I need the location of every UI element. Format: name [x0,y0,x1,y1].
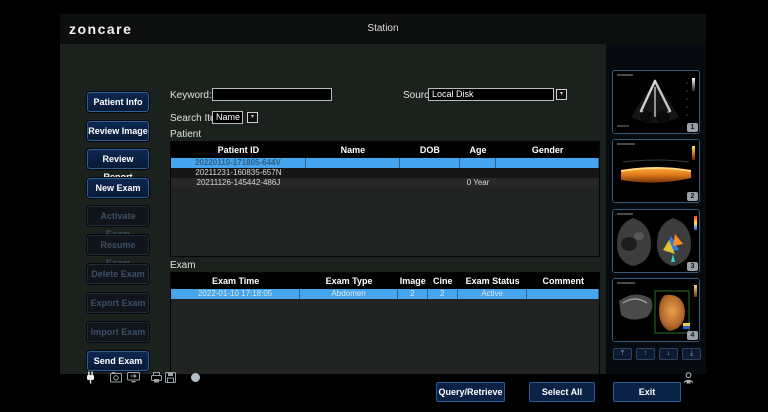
export-exam-button: Export Exam [87,293,149,313]
cell-cine-count: 2 [428,289,458,299]
column-header[interactable]: Patient ID [171,142,306,158]
search-item-select[interactable]: Name [212,111,243,124]
exam-table: Exam Time Exam Type Image Cine Exam Stat… [170,272,600,375]
thumbnail-image-4[interactable]: 4 [612,278,700,342]
cell-age [460,168,496,178]
cell-exam-status: Active [458,289,528,299]
cell-comment [527,289,598,299]
cell-exam-type: Abdomen [300,289,398,299]
next-image-button[interactable]: ↓ [659,348,678,360]
new-exam-button[interactable]: New Exam [87,178,149,198]
patient-info-button[interactable]: Patient Info [87,92,149,112]
thumbnail-number-badge: 4 [687,331,698,340]
activate-exam-button: Activate Exam [87,206,149,226]
cell-gender [496,158,599,168]
column-header[interactable]: Image [398,273,428,289]
cell-dob [400,178,460,188]
cell-patient-id: 20220110-171805-644V [171,158,306,168]
patient-row-selected[interactable]: 20220110-171805-644V [171,158,599,168]
user-icon[interactable] [683,372,694,384]
thumbnail-image-3[interactable]: 3 [612,209,700,273]
cell-gender [496,178,599,188]
thumbnail-number-badge: 3 [687,262,698,271]
prev-image-button[interactable]: ↑ [636,348,655,360]
cell-exam-time: 2022-01-10 17:18:05 [171,289,300,299]
column-header[interactable]: Age [460,142,496,158]
thumbnail-image-2[interactable]: 2 [612,139,700,203]
review-image-button[interactable]: Review Image [87,121,149,141]
column-header[interactable]: Gender [496,142,599,158]
column-header[interactable]: Comment [527,273,598,289]
cell-image-count: 2 [398,289,428,299]
query-retrieve-button[interactable]: Query/Retrieve [436,382,505,402]
keyword-input[interactable] [212,88,332,101]
source-select[interactable]: Local Disk [428,88,554,101]
column-header[interactable]: Cine [428,273,458,289]
screen: zoncare Station Patient Info Review Imag… [0,0,768,412]
select-all-button[interactable]: Select All [529,382,595,402]
thumbnail-number-badge: 2 [687,192,698,201]
printer-icon[interactable] [151,372,162,383]
patient-table: Patient ID Name DOB Age Gender 20220110-… [170,141,600,257]
cell-gender [496,168,599,178]
last-image-button[interactable]: ⤓ [682,348,701,360]
exam-row-selected[interactable]: 2022-01-10 17:18:05 Abdomen 2 2 Active [171,289,599,299]
plug-icon [85,371,96,384]
main-content: Patient Info Review Image Review Report … [60,44,706,374]
cell-name [306,168,400,178]
monitor-icon[interactable] [127,372,140,383]
save-icon[interactable] [165,372,176,383]
exit-button[interactable]: Exit [613,382,681,402]
camera-icon[interactable] [110,372,122,383]
cell-dob [400,168,460,178]
exam-table-header: Exam Time Exam Type Image Cine Exam Stat… [171,273,599,289]
patient-table-header: Patient ID Name DOB Age Gender [171,142,599,158]
column-header[interactable]: Name [306,142,400,158]
delete-exam-button: Delete Exam [87,264,149,284]
column-header[interactable]: Exam Type [300,273,398,289]
import-exam-button: Import Exam [87,322,149,342]
send-exam-button[interactable]: Send Exam [87,351,149,371]
keyword-label: Keyword: [170,90,212,101]
title-bar: zoncare Station [60,14,706,44]
first-image-button[interactable]: ⤒ [613,348,632,360]
thumbnail-image-1[interactable]: 1 [612,70,700,134]
cell-patient-id: 20211231-160835-657N [171,168,306,178]
resume-exam-button: Resume Exam [87,235,149,255]
status-dot-icon [190,372,201,383]
cell-age [460,158,496,168]
patient-section-label: Patient [170,129,201,140]
cell-name [306,178,400,188]
thumbnail-panel: 1 2 [606,44,706,374]
patient-row[interactable]: 20211126-145442-486J 0 Year [171,178,599,188]
column-header[interactable]: Exam Time [171,273,300,289]
review-report-button[interactable]: Review Report [87,149,149,169]
cell-dob [400,158,460,168]
search-item-dropdown-arrow-icon[interactable]: ▾ [247,112,258,123]
thumbnail-number-badge: 1 [687,123,698,132]
cell-age: 0 Year [460,178,496,188]
column-header[interactable]: Exam Status [458,273,528,289]
station-window: zoncare Station Patient Info Review Imag… [60,14,706,374]
column-header[interactable]: DOB [400,142,460,158]
source-dropdown-arrow-icon[interactable]: ▾ [556,89,567,100]
cell-name [306,158,400,168]
exam-section-label: Exam [170,260,196,271]
patient-row[interactable]: 20211231-160835-657N [171,168,599,178]
page-title: Station [60,23,706,34]
cell-patient-id: 20211126-145442-486J [171,178,306,188]
